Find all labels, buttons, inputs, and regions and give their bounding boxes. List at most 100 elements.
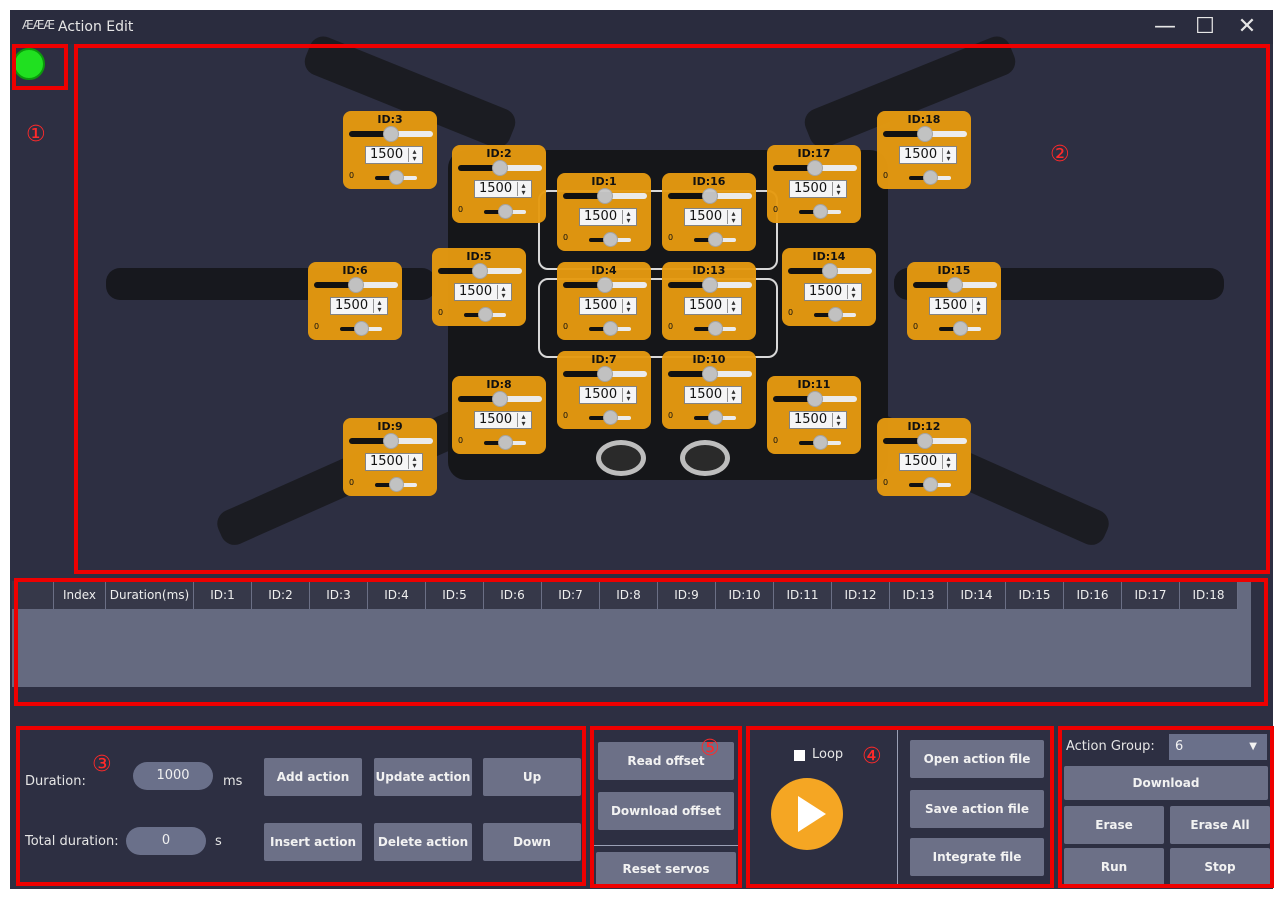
servo-offset-slider-handle[interactable] — [953, 321, 968, 336]
servo-position-slider-handle[interactable] — [702, 277, 718, 293]
servo-value-spinbox[interactable]: 1500 ▴ ▾ — [330, 297, 388, 315]
servo-value-spinbox[interactable]: 1500 ▴ ▾ — [789, 180, 847, 198]
download-offset-button[interactable]: Download offset — [598, 792, 734, 830]
save-action-file-button[interactable]: Save action file — [910, 790, 1044, 828]
up-button[interactable]: Up — [483, 758, 581, 796]
reset-servos-button[interactable]: Reset servos — [596, 852, 736, 886]
spin-arrows-icon[interactable]: ▴ ▾ — [727, 388, 739, 403]
servo-position-slider-handle[interactable] — [807, 160, 823, 176]
servo-position-slider-handle[interactable] — [492, 391, 508, 407]
table-column-header[interactable]: ID:7 — [542, 581, 600, 609]
add-action-button[interactable]: Add action — [264, 758, 362, 796]
table-column-header[interactable]: ID:2 — [252, 581, 310, 609]
spin-arrows-icon[interactable]: ▴ ▾ — [517, 182, 529, 197]
spin-arrows-icon[interactable]: ▴ ▾ — [942, 455, 954, 470]
servo-value-spinbox[interactable]: 1500 ▴ ▾ — [684, 208, 742, 226]
servo-value-spinbox[interactable]: 1500 ▴ ▾ — [684, 297, 742, 315]
table-column-header[interactable]: ID:16 — [1064, 581, 1122, 609]
play-button[interactable] — [771, 778, 843, 850]
spin-arrows-icon[interactable]: ▴ ▾ — [497, 285, 509, 300]
servo-value-spinbox[interactable]: 1500 ▴ ▾ — [579, 208, 637, 226]
table-column-header[interactable]: ID:3 — [310, 581, 368, 609]
servo-offset-slider-handle[interactable] — [389, 170, 404, 185]
loop-checkbox[interactable] — [794, 750, 805, 761]
download-button[interactable]: Download — [1064, 766, 1268, 800]
servo-value-spinbox[interactable]: 1500 ▴ ▾ — [365, 453, 423, 471]
servo-value-spinbox[interactable]: 1500 ▴ ▾ — [684, 386, 742, 404]
table-column-header[interactable]: ID:15 — [1006, 581, 1064, 609]
spin-arrows-icon[interactable]: ▴ ▾ — [517, 413, 529, 428]
servo-position-slider-handle[interactable] — [348, 277, 364, 293]
spin-arrows-icon[interactable]: ▴ ▾ — [622, 299, 634, 314]
spin-arrows-icon[interactable]: ▴ ▾ — [373, 299, 385, 314]
minimize-button[interactable]: — — [1150, 14, 1180, 40]
table-column-header[interactable]: ID:11 — [774, 581, 832, 609]
spin-arrows-icon[interactable]: ▴ ▾ — [622, 210, 634, 225]
close-button[interactable]: ✕ — [1232, 14, 1262, 40]
duration-input[interactable]: 1000 — [133, 762, 213, 790]
servo-position-slider-handle[interactable] — [492, 160, 508, 176]
table-column-header[interactable]: ID:13 — [890, 581, 948, 609]
update-action-button[interactable]: Update action — [374, 758, 472, 796]
servo-offset-slider-handle[interactable] — [923, 170, 938, 185]
servo-position-slider-handle[interactable] — [917, 126, 933, 142]
servo-offset-slider-handle[interactable] — [813, 435, 828, 450]
servo-offset-slider-handle[interactable] — [708, 321, 723, 336]
action-group-select[interactable]: 6 ▼ — [1169, 734, 1267, 760]
table-column-header[interactable]: ID:9 — [658, 581, 716, 609]
table-column-header[interactable]: ID:17 — [1122, 581, 1180, 609]
servo-value-spinbox[interactable]: 1500 ▴ ▾ — [454, 283, 512, 301]
spin-arrows-icon[interactable]: ▴ ▾ — [408, 148, 420, 163]
integrate-file-button[interactable]: Integrate file — [910, 838, 1044, 876]
table-column-header[interactable]: ID:1 — [194, 581, 252, 609]
servo-offset-slider-handle[interactable] — [923, 477, 938, 492]
table-column-header[interactable]: ID:5 — [426, 581, 484, 609]
open-action-file-button[interactable]: Open action file — [910, 740, 1044, 778]
servo-offset-slider-handle[interactable] — [603, 232, 618, 247]
servo-offset-slider-handle[interactable] — [354, 321, 369, 336]
servo-value-spinbox[interactable]: 1500 ▴ ▾ — [929, 297, 987, 315]
spin-arrows-icon[interactable]: ▴ ▾ — [622, 388, 634, 403]
down-button[interactable]: Down — [483, 823, 581, 861]
servo-offset-slider-handle[interactable] — [603, 321, 618, 336]
erase-all-button[interactable]: Erase All — [1170, 806, 1270, 844]
servo-value-spinbox[interactable]: 1500 ▴ ▾ — [579, 386, 637, 404]
run-button[interactable]: Run — [1064, 848, 1164, 886]
servo-value-spinbox[interactable]: 1500 ▴ ▾ — [899, 453, 957, 471]
table-column-header[interactable]: ID:10 — [716, 581, 774, 609]
spin-arrows-icon[interactable]: ▴ ▾ — [408, 455, 420, 470]
servo-value-spinbox[interactable]: 1500 ▴ ▾ — [579, 297, 637, 315]
table-column-header[interactable] — [12, 581, 54, 609]
table-column-header[interactable]: ID:4 — [368, 581, 426, 609]
table-column-header[interactable]: ID:18 — [1180, 581, 1238, 609]
servo-offset-slider-handle[interactable] — [828, 307, 843, 322]
table-column-header[interactable]: ID:12 — [832, 581, 890, 609]
servo-position-slider-handle[interactable] — [383, 126, 399, 142]
action-table[interactable]: Index Duration(ms) ID:1 ID:2 ID:3 ID:4 ID:5 ID:… — [12, 581, 1251, 687]
spin-arrows-icon[interactable]: ▴ ▾ — [972, 299, 984, 314]
servo-offset-slider-handle[interactable] — [813, 204, 828, 219]
stop-button[interactable]: Stop — [1170, 848, 1270, 886]
servo-value-spinbox[interactable]: 1500 ▴ ▾ — [474, 411, 532, 429]
spin-arrows-icon[interactable]: ▴ ▾ — [847, 285, 859, 300]
table-column-header[interactable]: ID:8 — [600, 581, 658, 609]
insert-action-button[interactable]: Insert action — [264, 823, 362, 861]
servo-position-slider-handle[interactable] — [947, 277, 963, 293]
servo-position-slider-handle[interactable] — [822, 263, 838, 279]
spin-arrows-icon[interactable]: ▴ ▾ — [727, 299, 739, 314]
spin-arrows-icon[interactable]: ▴ ▾ — [727, 210, 739, 225]
spin-arrows-icon[interactable]: ▴ ▾ — [942, 148, 954, 163]
servo-offset-slider-handle[interactable] — [478, 307, 493, 322]
servo-position-slider-handle[interactable] — [597, 366, 613, 382]
servo-offset-slider-handle[interactable] — [498, 435, 513, 450]
delete-action-button[interactable]: Delete action — [374, 823, 472, 861]
table-column-header[interactable]: ID:14 — [948, 581, 1006, 609]
erase-button[interactable]: Erase — [1064, 806, 1164, 844]
servo-offset-slider-handle[interactable] — [603, 410, 618, 425]
servo-value-spinbox[interactable]: 1500 ▴ ▾ — [789, 411, 847, 429]
servo-value-spinbox[interactable]: 1500 ▴ ▾ — [474, 180, 532, 198]
spin-arrows-icon[interactable]: ▴ ▾ — [832, 182, 844, 197]
servo-value-spinbox[interactable]: 1500 ▴ ▾ — [899, 146, 957, 164]
servo-position-slider-handle[interactable] — [383, 433, 399, 449]
servo-position-slider-handle[interactable] — [917, 433, 933, 449]
